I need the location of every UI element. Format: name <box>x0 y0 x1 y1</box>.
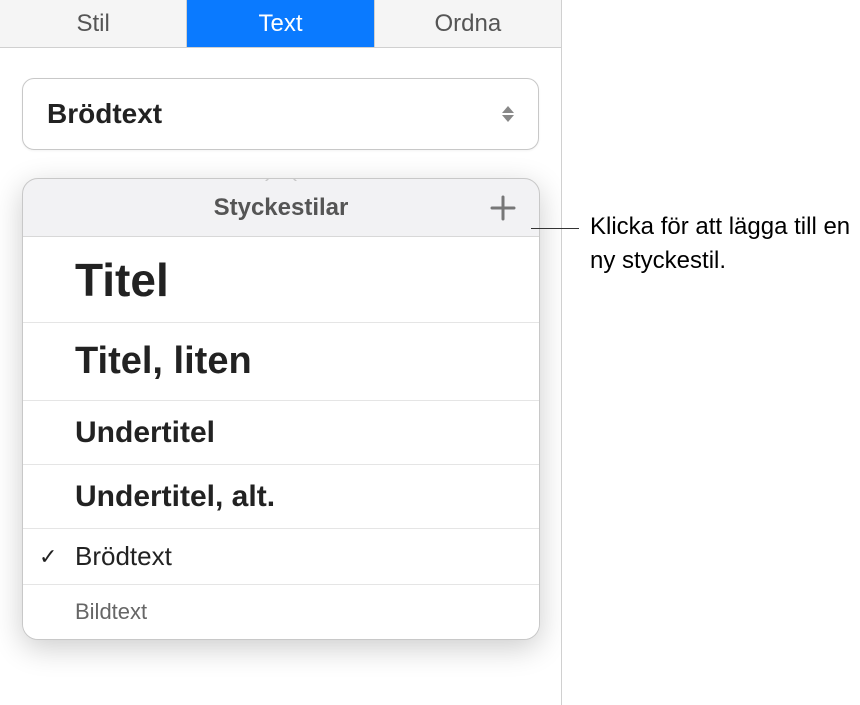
style-item-label: Bildtext <box>75 599 147 625</box>
callout-text: Klicka för att lägga till en ny styckest… <box>590 210 855 278</box>
style-item-bildtext[interactable]: Bildtext <box>23 585 539 639</box>
style-item-titel-liten[interactable]: Titel, liten <box>23 323 539 401</box>
popover-title: Styckestilar <box>214 194 349 222</box>
paragraph-styles-popover: Styckestilar Titel Titel, liten Undertit… <box>22 178 540 640</box>
style-item-undertitel-alt[interactable]: Undertitel, alt. <box>23 465 539 529</box>
tab-ordna[interactable]: Ordna <box>375 0 561 47</box>
checkmark-icon: ✓ <box>39 544 57 570</box>
style-item-label: Titel, liten <box>75 340 252 383</box>
paragraph-style-list: Titel Titel, liten Undertitel Undertitel… <box>23 237 539 639</box>
style-item-label: Undertitel, alt. <box>75 480 275 514</box>
add-style-button[interactable] <box>487 192 519 224</box>
chevron-updown-icon <box>502 106 514 122</box>
style-item-undertitel[interactable]: Undertitel <box>23 401 539 465</box>
style-item-label: Undertitel <box>75 416 215 450</box>
popover-header: Styckestilar <box>23 179 539 237</box>
plus-icon <box>490 195 516 221</box>
format-tabs: Stil Text Ordna <box>0 0 561 48</box>
style-item-label: Brödtext <box>75 541 172 572</box>
tab-stil[interactable]: Stil <box>0 0 187 47</box>
inspector-panel: Stil Text Ordna Brödtext Styckestilar Ti… <box>0 0 562 705</box>
callout-leader-line <box>531 228 579 229</box>
style-item-label: Titel <box>75 253 169 307</box>
paragraph-style-selector[interactable]: Brödtext <box>22 78 539 150</box>
style-item-brodtext[interactable]: ✓ Brödtext <box>23 529 539 585</box>
style-item-titel[interactable]: Titel <box>23 237 539 323</box>
paragraph-style-selector-label: Brödtext <box>47 98 162 130</box>
tab-text[interactable]: Text <box>187 0 374 47</box>
